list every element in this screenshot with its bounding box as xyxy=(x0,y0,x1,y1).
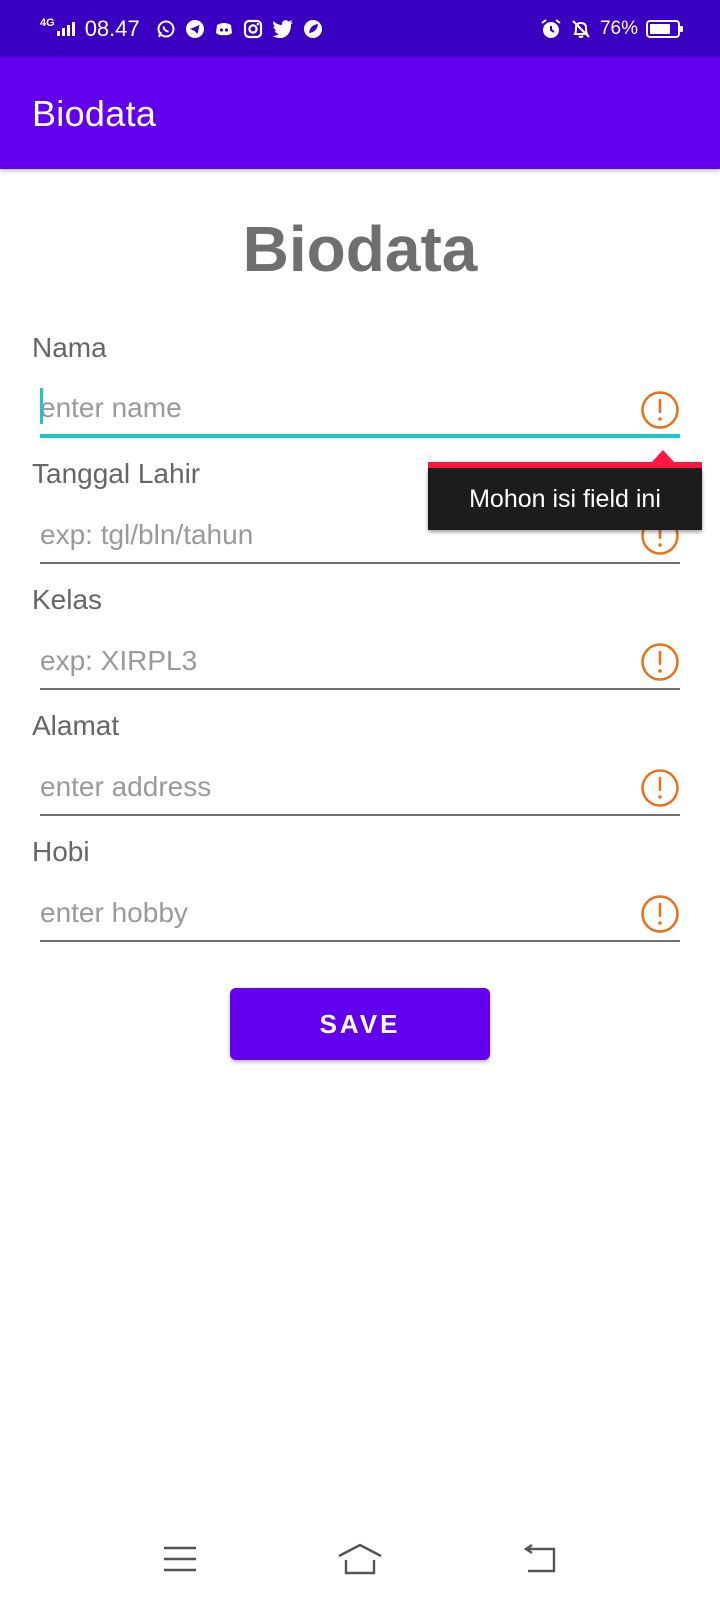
birthdate-label: Tanggal Lahir xyxy=(32,458,201,489)
class-input[interactable] xyxy=(40,634,680,690)
address-input[interactable] xyxy=(40,760,680,816)
battery-percent: 76% xyxy=(599,18,638,39)
back-icon xyxy=(523,1544,556,1573)
name-label: Nama xyxy=(32,332,107,363)
status-left: 4G 08.47 xyxy=(40,14,323,44)
mute-bell-icon xyxy=(572,20,590,38)
status-bar: 4G 08.47 76% xyxy=(0,0,720,57)
signal-icon xyxy=(56,22,75,36)
address-error-icon xyxy=(641,769,679,807)
name-input[interactable] xyxy=(40,382,680,438)
network-type: 4G xyxy=(40,17,55,29)
name-error-icon xyxy=(641,391,679,429)
class-label: Kelas xyxy=(32,584,103,615)
instagram-icon xyxy=(243,19,262,39)
text-caret xyxy=(40,388,43,424)
error-tooltip: Mohon isi field ini xyxy=(428,468,702,530)
home-icon xyxy=(338,1543,382,1575)
class-error-icon xyxy=(641,643,679,681)
status-time: 08.47 xyxy=(84,16,140,41)
battery-icon xyxy=(646,20,683,38)
leaf-app-icon xyxy=(303,20,322,38)
address-label: Alamat xyxy=(32,710,120,741)
menu-icon xyxy=(164,1546,196,1572)
alarm-icon xyxy=(541,19,561,38)
menu-button[interactable] xyxy=(150,1534,210,1584)
twitter-icon xyxy=(272,20,293,38)
navigation-bar xyxy=(0,1520,720,1600)
status-right: 76% xyxy=(540,14,683,44)
app-bar-title: Biodata xyxy=(32,93,157,134)
hobby-label: Hobi xyxy=(32,836,90,867)
hobby-input[interactable] xyxy=(40,886,680,942)
page-title: Biodata xyxy=(242,213,478,285)
battery-fill xyxy=(650,24,670,34)
whatsapp-icon xyxy=(157,20,175,38)
save-button[interactable]: SAVE xyxy=(230,988,490,1060)
discord-icon xyxy=(215,23,232,36)
notification-icons xyxy=(156,19,323,39)
back-button[interactable] xyxy=(510,1534,570,1584)
hobby-error-icon xyxy=(641,895,679,933)
app-bar: Biodata xyxy=(0,57,720,169)
home-button[interactable] xyxy=(330,1534,390,1584)
tooltip-arrow xyxy=(652,450,674,462)
telegram-icon xyxy=(185,20,204,38)
